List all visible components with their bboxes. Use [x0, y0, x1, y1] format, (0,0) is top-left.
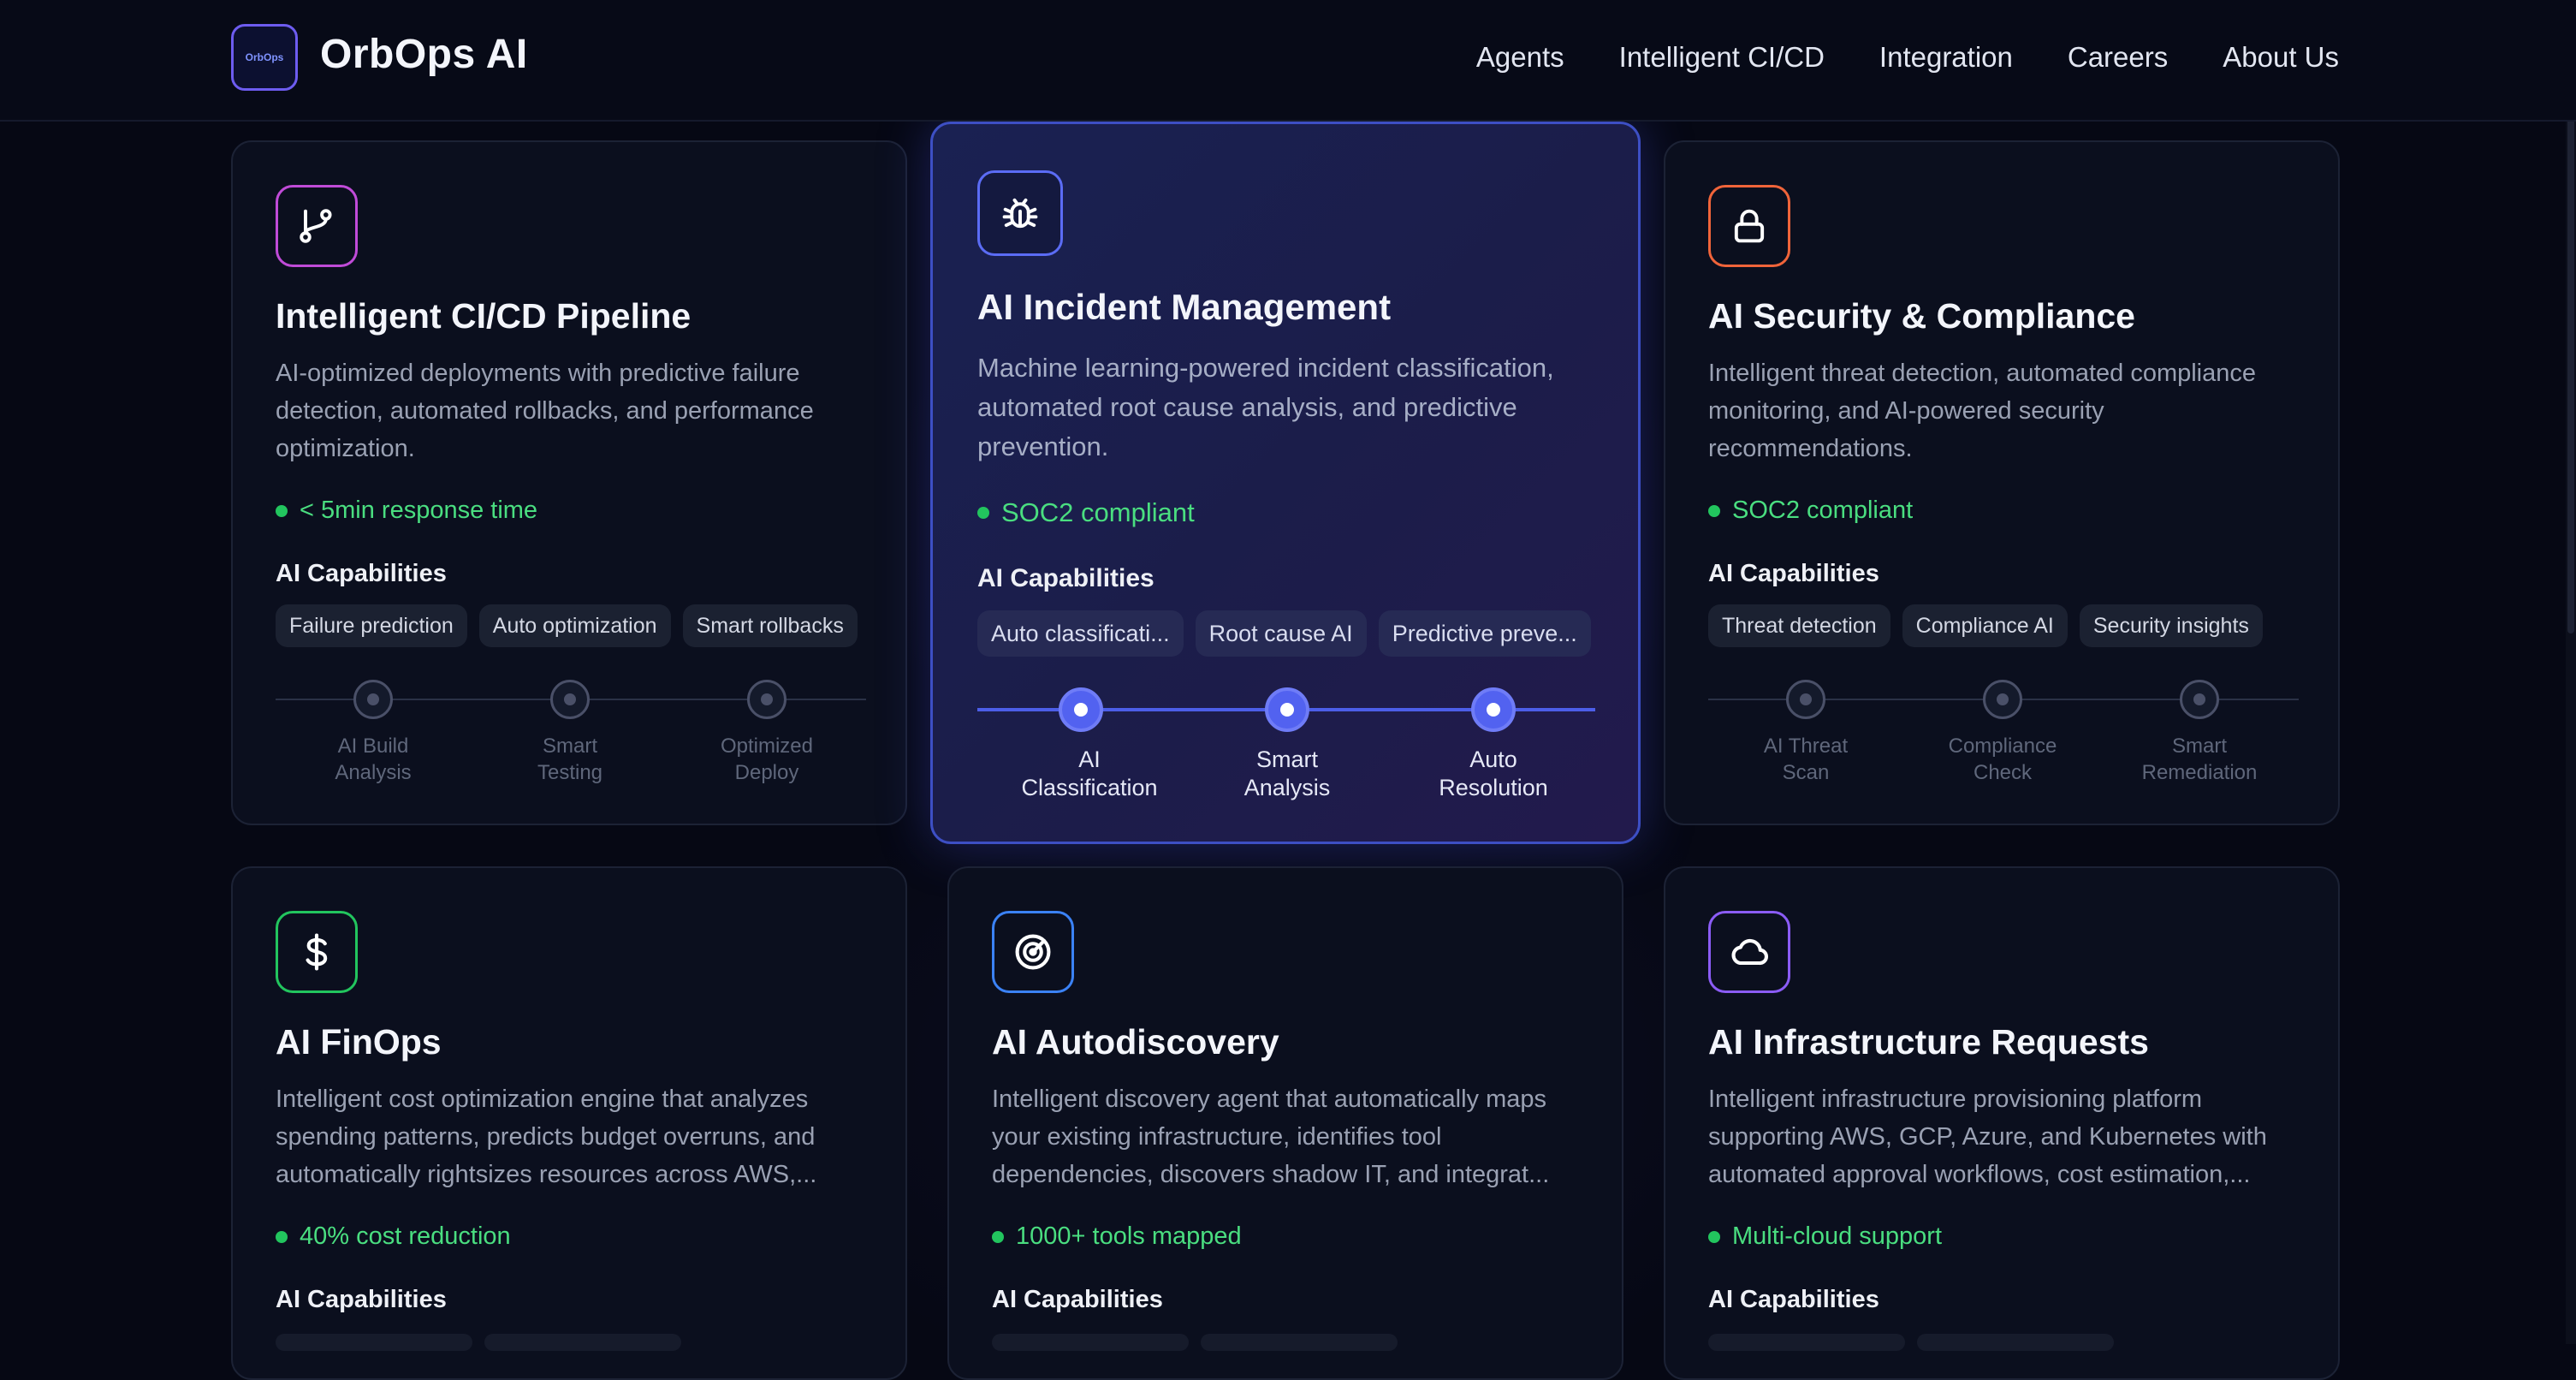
capability-tag — [276, 1334, 472, 1351]
capability-tag: Auto optimization — [478, 604, 671, 647]
card-cicd-pipeline[interactable]: Intelligent CI/CD Pipeline AI-optimized … — [231, 140, 907, 825]
nav-about-us[interactable]: About Us — [2223, 41, 2339, 74]
nav-agents[interactable]: Agents — [1476, 41, 1564, 74]
capability-tag: Failure prediction — [276, 604, 467, 647]
metric-label: Multi-cloud support — [1732, 1222, 1942, 1250]
pipeline-node — [550, 680, 590, 719]
capability-tag: Threat detection — [1708, 604, 1890, 647]
capability-tag — [992, 1334, 1189, 1351]
pipeline-step-label: Optimized Deploy — [720, 735, 814, 784]
metric-label: SOC2 compliant — [1001, 497, 1195, 527]
card-description: Machine learning-powered incident classi… — [977, 353, 1554, 461]
pipeline-node — [1265, 687, 1309, 732]
card-metric: SOC2 compliant — [1708, 497, 1913, 525]
pipeline-node — [2180, 680, 2219, 719]
capability-tag — [1201, 1334, 1398, 1351]
capabilities-title: AI Capabilities — [1708, 560, 1879, 587]
card-description: Intelligent threat detection, automated … — [1708, 360, 2257, 462]
status-dot — [1708, 504, 1720, 517]
page-scrollbar[interactable] — [2566, 0, 2576, 1344]
card-finops[interactable]: AI FinOps Intelligent cost optimization … — [231, 866, 907, 1380]
card-title: AI FinOps — [276, 1022, 442, 1062]
top-navbar: OrbOps OrbOps AI Agents Intelligent CI/C… — [0, 0, 2576, 122]
capability-tags — [992, 1334, 1398, 1351]
pipeline-step-label: Smart Analysis — [1243, 747, 1331, 800]
status-dot — [1708, 1230, 1720, 1243]
pipeline-step-label: Smart Testing — [537, 735, 603, 784]
capability-tag: Predictive preve... — [1378, 610, 1591, 657]
capability-tags: Failure prediction Auto optimization Sma… — [276, 604, 858, 647]
dollar-icon — [276, 911, 358, 993]
status-dot — [992, 1230, 1004, 1243]
pipeline-node — [1471, 687, 1516, 732]
metric-label: 1000+ tools mapped — [1016, 1222, 1242, 1250]
metric-label: 40% cost reduction — [300, 1222, 511, 1250]
card-security-compliance[interactable]: AI Security & Compliance Intelligent thr… — [1664, 140, 2340, 825]
pipeline-step-label: AI Threat Scan — [1763, 735, 1849, 784]
capabilities-title: AI Capabilities — [992, 1286, 1163, 1313]
capability-tags — [1708, 1334, 2114, 1351]
logo-icon[interactable]: OrbOps — [231, 24, 298, 91]
card-metric: 40% cost reduction — [276, 1222, 511, 1251]
card-autodiscovery[interactable]: AI Autodiscovery Intelligent discovery a… — [947, 866, 1623, 1380]
card-metric: SOC2 compliant — [977, 497, 1195, 528]
card-description: Intelligent infrastructure provisioning … — [1708, 1086, 2267, 1188]
status-dot — [276, 1230, 288, 1243]
pipeline-node — [1983, 680, 2022, 719]
card-metric: Multi-cloud support — [1708, 1222, 1942, 1251]
card-metric: 1000+ tools mapped — [992, 1222, 1242, 1251]
brand-name[interactable]: OrbOps AI — [320, 31, 528, 78]
metric-label: SOC2 compliant — [1732, 497, 1914, 524]
card-description: AI-optimized deployments with predictive… — [276, 360, 814, 462]
card-incident-management[interactable]: AI Incident Management Machine learning-… — [930, 122, 1641, 844]
capability-tag: Auto classificati... — [977, 610, 1184, 657]
pipeline-step-label: AI Classification — [1021, 747, 1158, 800]
nav-careers[interactable]: Careers — [2068, 41, 2168, 74]
logo-text: OrbOps — [245, 51, 284, 63]
lock-icon — [1708, 185, 1790, 267]
scrollbar-thumb[interactable] — [2567, 103, 2574, 633]
card-description: Intelligent cost optimization engine tha… — [276, 1086, 817, 1188]
nav-intelligent-cicd[interactable]: Intelligent CI/CD — [1619, 41, 1825, 74]
capabilities-title: AI Capabilities — [276, 1286, 447, 1313]
pipeline-step-label: Smart Remediation — [2141, 735, 2258, 784]
git-branch-icon — [276, 185, 358, 267]
capability-tag — [484, 1334, 681, 1351]
capability-tags: Auto classificati... Root cause AI Predi… — [977, 610, 1591, 657]
capabilities-title: AI Capabilities — [977, 564, 1154, 592]
card-title: AI Autodiscovery — [992, 1022, 1279, 1062]
card-title: AI Security & Compliance — [1708, 296, 2135, 336]
capability-tags: Threat detection Compliance AI Security … — [1708, 604, 2263, 647]
main-nav: Agents Intelligent CI/CD Integration Car… — [1476, 41, 2339, 74]
status-dot — [977, 507, 989, 519]
pipeline-node — [1786, 680, 1825, 719]
pipeline-step-label: Compliance Check — [1948, 735, 2057, 784]
capability-tags — [276, 1334, 681, 1351]
card-metric: < 5min response time — [276, 497, 537, 525]
card-title: Intelligent CI/CD Pipeline — [276, 296, 691, 336]
card-infrastructure-requests[interactable]: AI Infrastructure Requests Intelligent i… — [1664, 866, 2340, 1380]
status-dot — [276, 504, 288, 517]
pipeline-step-label: Auto Resolution — [1439, 747, 1548, 800]
metric-label: < 5min response time — [300, 497, 538, 524]
radar-icon — [992, 911, 1074, 993]
cloud-icon — [1708, 911, 1790, 993]
capability-tag: Security insights — [2079, 604, 2263, 647]
bug-icon — [977, 170, 1063, 256]
card-title: AI Incident Management — [977, 287, 1392, 327]
pipeline-node — [747, 680, 786, 719]
capability-tag: Root cause AI — [1195, 610, 1367, 657]
pipeline-node — [353, 680, 393, 719]
pipeline-step-label: AI Build Analysis — [335, 735, 412, 784]
capabilities-title: AI Capabilities — [1708, 1286, 1879, 1313]
capability-tag — [1708, 1334, 1905, 1351]
capability-tag: Compliance AI — [1902, 604, 2068, 647]
card-description: Intelligent discovery agent that automat… — [992, 1086, 1550, 1188]
card-title: AI Infrastructure Requests — [1708, 1022, 2149, 1062]
capability-tag — [1917, 1334, 2114, 1351]
capability-tag: Smart rollbacks — [682, 604, 858, 647]
capabilities-title: AI Capabilities — [276, 560, 447, 587]
pipeline-node — [1059, 687, 1103, 732]
nav-integration[interactable]: Integration — [1879, 41, 2013, 74]
